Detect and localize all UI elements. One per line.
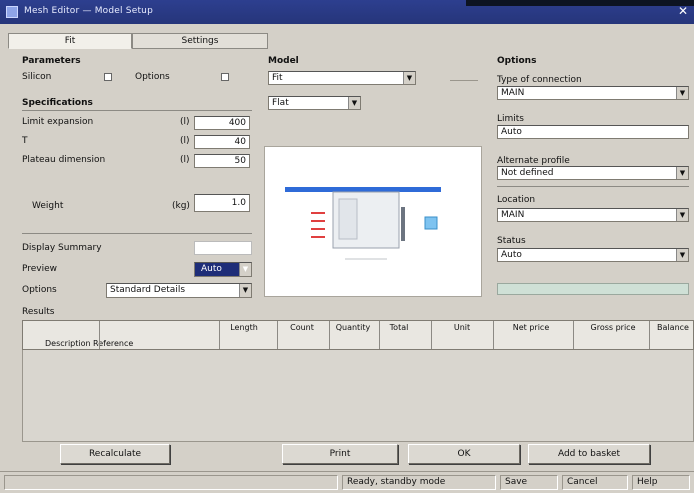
weight-input[interactable]: 1.0 <box>194 194 250 212</box>
model-select-1[interactable]: Fit ▼ <box>268 71 416 85</box>
taskbar-strip <box>466 0 694 6</box>
chevron-down-icon[interactable]: ▼ <box>403 72 415 84</box>
option-field-label: Type of connection <box>497 75 582 85</box>
tab-fit[interactable]: Fit <box>8 33 132 49</box>
column-header[interactable]: Balance <box>653 323 693 332</box>
option-b-checkbox[interactable] <box>221 73 229 81</box>
app-icon <box>6 6 18 18</box>
specifications-header: Specifications <box>22 98 93 108</box>
display-summary-label: Display Summary <box>22 243 102 253</box>
option-a-checkbox[interactable] <box>104 73 112 81</box>
print-button[interactable]: Print <box>282 444 398 464</box>
column-divider <box>379 321 380 349</box>
column-divider <box>99 321 100 349</box>
option-a-label: Silicon <box>22 72 52 82</box>
ok-button[interactable]: OK <box>408 444 520 464</box>
column-divider <box>649 321 650 349</box>
column-divider <box>219 321 220 349</box>
model-header: Model <box>268 56 299 66</box>
progress-bar <box>497 283 689 295</box>
chevron-down-icon[interactable]: ▼ <box>676 249 688 261</box>
column-divider <box>329 321 330 349</box>
model-preview <box>264 146 482 297</box>
status-select[interactable]: Auto ▼ <box>497 248 689 262</box>
preview-select[interactable]: Auto ▼ <box>194 262 252 277</box>
location-value: MAIN <box>501 210 525 220</box>
column-header[interactable]: Unit <box>441 323 483 332</box>
preview-label: Preview <box>22 264 58 274</box>
results-grid: Results Description Reference Length Cou… <box>8 302 694 442</box>
status-cell: Save <box>500 475 558 490</box>
chevron-down-icon[interactable]: ▼ <box>239 284 251 297</box>
model-illustration <box>285 187 441 260</box>
column-header[interactable]: Gross price <box>583 323 643 332</box>
divider <box>497 186 689 187</box>
tab-bar: Fit Settings <box>8 33 268 49</box>
model-select-1-value: Fit <box>272 73 283 83</box>
chevron-down-icon[interactable]: ▼ <box>239 263 251 276</box>
status-cell <box>4 475 338 490</box>
column-header[interactable]: Total <box>379 323 419 332</box>
column-header[interactable]: Quantity <box>329 323 377 332</box>
row-unit: (l) <box>180 117 190 127</box>
chevron-down-icon[interactable]: ▼ <box>676 87 688 99</box>
divider <box>450 80 478 81</box>
status-value: Auto <box>501 250 522 260</box>
alternate-profile-select[interactable]: Not defined ▼ <box>497 166 689 180</box>
parameters-header: Parameters <box>22 56 81 66</box>
window-title: Mesh Editor — Model Setup <box>24 6 153 16</box>
grid-title: Results <box>22 307 55 317</box>
connection-type-select[interactable]: MAIN ▼ <box>497 86 689 100</box>
column-divider <box>431 321 432 349</box>
limits-field[interactable]: Auto <box>497 125 689 139</box>
chevron-down-icon[interactable]: ▼ <box>676 167 688 179</box>
tab-settings[interactable]: Settings <box>132 33 268 49</box>
column-divider <box>493 321 494 349</box>
divider <box>22 110 252 111</box>
options-select[interactable]: Standard Details ▼ <box>106 283 252 298</box>
model-select-2[interactable]: Flat ▼ <box>268 96 361 110</box>
row-unit: (l) <box>180 155 190 165</box>
options-header: Options <box>497 56 537 66</box>
row-unit: (l) <box>180 136 190 146</box>
option-field-label: Status <box>497 236 526 246</box>
display-summary-box <box>194 241 252 255</box>
model-select-2-value: Flat <box>272 98 289 108</box>
close-icon[interactable]: ✕ <box>676 4 690 18</box>
recalculate-button[interactable]: Recalculate <box>60 444 170 464</box>
divider <box>22 233 252 234</box>
row-label: Plateau dimension <box>22 155 106 165</box>
options-select-value: Standard Details <box>110 285 186 295</box>
limit-expansion-input[interactable]: 400 <box>194 116 250 130</box>
weight-unit: (kg) <box>172 201 190 211</box>
t-input[interactable]: 40 <box>194 135 250 149</box>
option-field-label: Location <box>497 195 536 205</box>
column-header[interactable]: Net price <box>501 323 561 332</box>
option-field-label: Limits <box>497 114 524 124</box>
grid-header: Description Reference Length Count Quant… <box>22 320 694 350</box>
alternate-profile-value: Not defined <box>501 168 554 178</box>
status-cell: Cancel <box>562 475 628 490</box>
options-label: Options <box>22 285 57 295</box>
preview-select-value: Auto <box>201 264 222 274</box>
column-header[interactable]: Length <box>219 323 269 332</box>
status-cell: Help <box>632 475 690 490</box>
status-bar: Ready, standby mode Save Cancel Help <box>0 471 694 493</box>
status-message: Ready, standby mode <box>342 475 496 490</box>
column-divider <box>573 321 574 349</box>
chevron-down-icon[interactable]: ▼ <box>676 209 688 221</box>
grid-body[interactable] <box>22 350 694 442</box>
row-label: T <box>22 136 28 146</box>
column-header[interactable]: Description <box>45 339 91 348</box>
column-header[interactable]: Count <box>277 323 327 332</box>
column-divider <box>277 321 278 349</box>
weight-label: Weight <box>32 201 64 211</box>
connection-type-value: MAIN <box>501 88 525 98</box>
add-to-basket-button[interactable]: Add to basket <box>528 444 650 464</box>
option-b-label: Options <box>135 72 170 82</box>
chevron-down-icon[interactable]: ▼ <box>348 97 360 109</box>
plateau-dimension-input[interactable]: 50 <box>194 154 250 168</box>
row-label: Limit expansion <box>22 117 94 127</box>
location-select[interactable]: MAIN ▼ <box>497 208 689 222</box>
